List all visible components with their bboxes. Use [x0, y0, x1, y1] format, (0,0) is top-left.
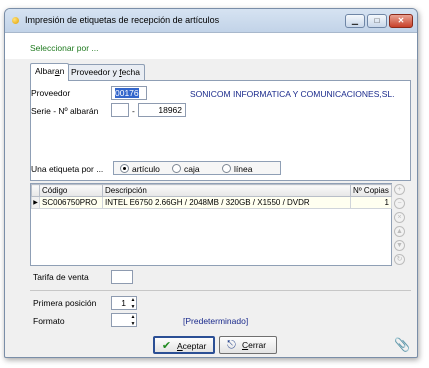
- tab-proveedor-label-a: Proveedor y: [71, 67, 120, 77]
- paperclip-icon[interactable]: 📎: [394, 337, 410, 353]
- cell-descripcion[interactable]: INTEL E6750 2.66GH / 2048MB / 320GB / X1…: [102, 196, 351, 209]
- radio-caja-label[interactable]: caja: [184, 164, 200, 174]
- proveedor-input[interactable]: 00176: [111, 86, 147, 100]
- tab-proveedor-label-c: echa: [121, 67, 141, 77]
- tarifa-label: Tarifa de venta: [33, 272, 89, 282]
- tab-albaran-label-c: n: [59, 66, 65, 76]
- cerrar-label-c: errar: [248, 340, 267, 350]
- cell-codigo[interactable]: SC006750PRO: [39, 196, 103, 209]
- delete-icon[interactable]: ×: [394, 212, 405, 223]
- proveedor-name: SONICOM INFORMATICA Y COMUNICACIONES,SL.: [190, 89, 395, 99]
- dialog-window: Impresión de etiquetas de recepción de a…: [4, 8, 418, 358]
- move-down-icon[interactable]: ▼: [394, 240, 405, 251]
- formato-spinner[interactable]: ▲ ▼: [129, 314, 137, 328]
- tab-albaran-label-a: Albar: [35, 66, 55, 76]
- remove-icon[interactable]: −: [394, 198, 405, 209]
- tarifa-input[interactable]: [111, 270, 133, 284]
- column-header-codigo[interactable]: Código: [39, 184, 103, 197]
- window-title: Impresión de etiquetas de recepción de a…: [25, 15, 220, 25]
- serie-label: Serie - Nº albarán: [31, 106, 99, 116]
- tab-proveedor-fecha[interactable]: Proveedor y fecha: [66, 64, 146, 80]
- add-icon[interactable]: +: [394, 184, 405, 195]
- serie-input[interactable]: [111, 103, 129, 117]
- column-header-descripcion[interactable]: Descripción: [102, 184, 351, 197]
- app-icon: [12, 17, 19, 24]
- radio-linea[interactable]: [222, 164, 231, 173]
- exit-icon: ⎋: [227, 339, 236, 351]
- title-bar[interactable]: Impresión de etiquetas de recepción de a…: [5, 9, 417, 33]
- tab-albaran[interactable]: Albaran: [30, 63, 70, 81]
- aceptar-label-c: ceptar: [182, 341, 207, 351]
- close-button[interactable]: ✕: [389, 14, 413, 28]
- albaran-number-input[interactable]: 18962: [138, 103, 186, 117]
- move-up-icon[interactable]: ▲: [394, 226, 405, 237]
- formato-label: Formato: [33, 316, 65, 326]
- radio-linea-label[interactable]: línea: [234, 164, 252, 174]
- articles-grid[interactable]: Código Descripción Nº Copias ▶ SC006750P…: [30, 183, 392, 266]
- radio-caja[interactable]: [172, 164, 181, 173]
- row-indicator: ▶: [31, 196, 40, 209]
- formato-default-text: [Predeterminado]: [183, 316, 249, 326]
- aceptar-button[interactable]: ✔ Aceptar: [153, 336, 215, 354]
- refresh-icon[interactable]: ↻: [394, 254, 405, 265]
- maximize-button[interactable]: □: [367, 14, 387, 28]
- posicion-label: Primera posición: [33, 298, 97, 308]
- grid-corner: [31, 184, 40, 197]
- minimize-button[interactable]: ▁: [345, 14, 365, 28]
- cell-copias[interactable]: 1: [350, 196, 392, 209]
- table-row[interactable]: ▶ SC006750PRO INTEL E6750 2.66GH / 2048M…: [31, 196, 392, 209]
- check-icon: ✔: [161, 340, 172, 352]
- etiqueta-label: Una etiqueta por ...: [31, 164, 104, 174]
- section-label: Seleccionar por ...: [30, 43, 99, 53]
- divider: [30, 290, 411, 291]
- serie-separator: -: [132, 106, 135, 116]
- radio-articulo[interactable]: [120, 164, 129, 173]
- cerrar-button[interactable]: ⎋ Cerrar: [219, 336, 277, 354]
- proveedor-label: Proveedor: [31, 88, 71, 98]
- radio-articulo-label[interactable]: artículo: [132, 164, 160, 174]
- proveedor-value: 00176: [115, 88, 139, 98]
- column-header-copias[interactable]: Nº Copias: [350, 184, 392, 197]
- etiqueta-radio-group: artículo caja línea: [113, 161, 281, 175]
- posicion-spinner[interactable]: ▲ ▼: [129, 297, 137, 311]
